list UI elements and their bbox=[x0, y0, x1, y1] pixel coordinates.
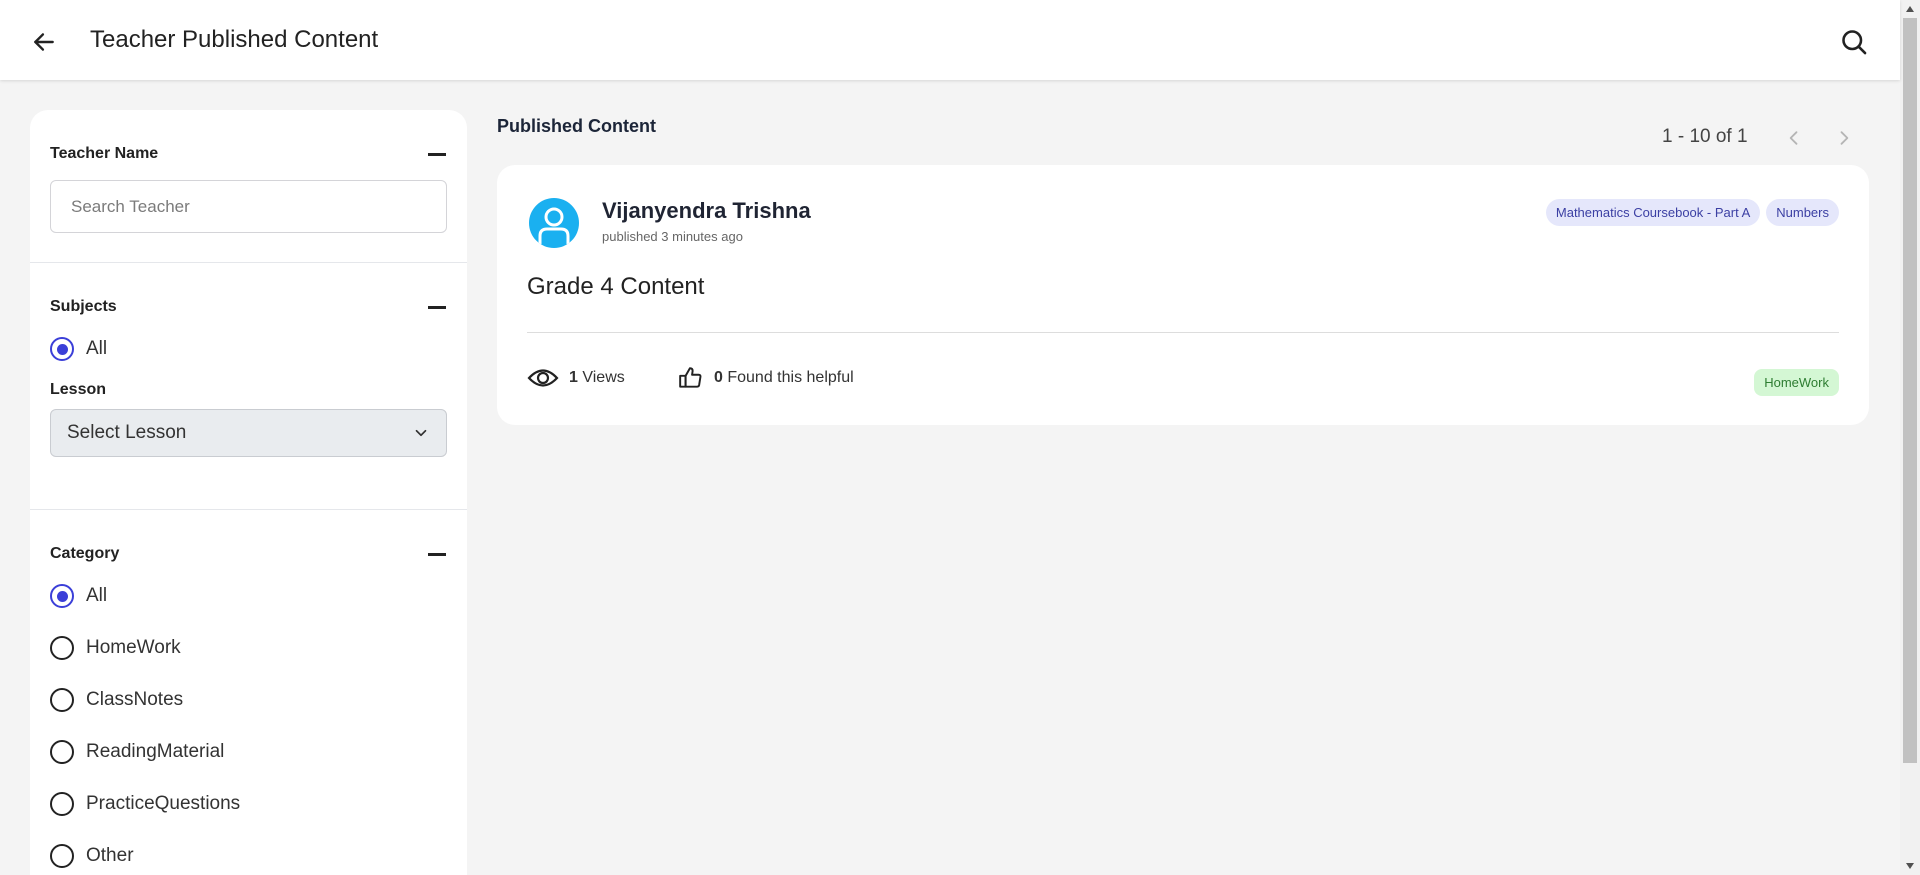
user-icon bbox=[538, 207, 570, 244]
pagination-text: 1 - 10 of 1 bbox=[1662, 126, 1748, 147]
lesson-select[interactable]: Select Lesson bbox=[50, 409, 447, 457]
category-option-all[interactable]: All bbox=[50, 570, 447, 622]
vertical-scrollbar[interactable] bbox=[1900, 0, 1920, 875]
content-card[interactable]: Vijanyendra Trishna published 3 minutes … bbox=[497, 165, 1869, 425]
chevron-down-icon bbox=[415, 429, 427, 437]
category-option-homework[interactable]: HomeWork bbox=[50, 622, 447, 674]
subjects-section-title: Subjects bbox=[50, 298, 117, 315]
radio-unchecked-icon[interactable] bbox=[50, 636, 74, 660]
category-option-label: ReadingMaterial bbox=[86, 741, 225, 762]
category-option-label: HomeWork bbox=[86, 637, 181, 658]
scroll-down-button[interactable] bbox=[1900, 857, 1920, 875]
scroll-up-button[interactable] bbox=[1900, 0, 1920, 18]
category-option-label: Other bbox=[86, 845, 134, 866]
category-option-classnotes[interactable]: ClassNotes bbox=[50, 674, 447, 726]
helpful-button[interactable] bbox=[678, 365, 704, 391]
subject-option-all[interactable]: All bbox=[50, 323, 447, 375]
teacher-section-title: Teacher Name bbox=[50, 145, 159, 162]
category-option-other[interactable]: Other bbox=[50, 830, 447, 875]
app-bar: Teacher Published Content bbox=[0, 0, 1900, 80]
author-name: Vijanyendra Trishna bbox=[602, 198, 811, 223]
collapse-subjects-button[interactable] bbox=[427, 297, 447, 317]
next-page-button[interactable] bbox=[1832, 126, 1856, 150]
scrollbar-thumb[interactable] bbox=[1903, 18, 1917, 763]
collapse-category-button[interactable] bbox=[427, 544, 447, 564]
filter-sidebar: Teacher Name Subjects All Lesson Select … bbox=[30, 110, 467, 875]
thumbs-up-icon bbox=[679, 367, 702, 388]
previous-page-button[interactable] bbox=[1782, 126, 1806, 150]
minus-icon bbox=[428, 305, 446, 309]
lesson-select-value: Select Lesson bbox=[67, 422, 187, 443]
eye-icon bbox=[527, 369, 559, 387]
tag-chip[interactable]: Mathematics Coursebook - Part A bbox=[1545, 199, 1761, 226]
search-icon bbox=[1842, 30, 1867, 55]
search-button[interactable] bbox=[1838, 26, 1870, 58]
views-label: Views bbox=[582, 369, 625, 386]
radio-unchecked-icon[interactable] bbox=[50, 740, 74, 764]
views-stat: 1 Views bbox=[527, 365, 625, 391]
teacher-filter-section: Teacher Name bbox=[30, 110, 467, 263]
category-options: All HomeWork ClassNotes ReadingMaterial … bbox=[50, 570, 447, 875]
search-teacher-input[interactable] bbox=[50, 180, 447, 233]
radio-unchecked-icon[interactable] bbox=[50, 792, 74, 816]
chevron-left-icon bbox=[1789, 131, 1798, 145]
category-option-label: All bbox=[86, 585, 108, 606]
tag-list: Mathematics Coursebook - Part A Numbers bbox=[1545, 199, 1839, 226]
radio-checked-icon[interactable] bbox=[50, 337, 74, 361]
category-option-label: ClassNotes bbox=[86, 689, 184, 710]
divider bbox=[527, 332, 1839, 333]
category-filter-section: Category All HomeWork ClassNotes Reading… bbox=[30, 510, 467, 875]
subjects-section-header: Subjects bbox=[50, 297, 447, 317]
radio-checked-icon[interactable] bbox=[50, 584, 74, 608]
chevron-right-icon bbox=[1840, 131, 1849, 145]
category-option-label: PracticeQuestions bbox=[86, 793, 241, 814]
views-count: 1 bbox=[569, 369, 578, 386]
category-option-readingmaterial[interactable]: ReadingMaterial bbox=[50, 726, 447, 778]
triangle-up-icon bbox=[1906, 6, 1914, 12]
category-option-practicequestions[interactable]: PracticeQuestions bbox=[50, 778, 447, 830]
back-button[interactable] bbox=[28, 26, 60, 58]
content-title: Grade 4 Content bbox=[527, 273, 705, 300]
category-badge: HomeWork bbox=[1754, 369, 1839, 396]
subjects-filter-section: Subjects All Lesson Select Lesson bbox=[30, 263, 467, 510]
subject-option-label: All bbox=[86, 338, 108, 359]
minus-icon bbox=[428, 552, 446, 556]
arrow-left-icon bbox=[34, 33, 54, 51]
collapse-teacher-button[interactable] bbox=[427, 144, 447, 164]
published-content-heading: Published Content bbox=[497, 116, 656, 136]
avatar bbox=[529, 198, 579, 248]
lesson-label: Lesson bbox=[50, 381, 107, 398]
teacher-section-header: Teacher Name bbox=[50, 144, 447, 164]
page-title: Teacher Published Content bbox=[90, 26, 379, 53]
tag-chip[interactable]: Numbers bbox=[1766, 199, 1839, 226]
published-time: published 3 minutes ago bbox=[602, 229, 743, 244]
radio-unchecked-icon[interactable] bbox=[50, 844, 74, 868]
category-section-header: Category bbox=[50, 544, 447, 564]
triangle-down-icon bbox=[1906, 863, 1914, 869]
helpful-count: 0 bbox=[714, 369, 723, 386]
helpful-label: Found this helpful bbox=[727, 369, 854, 386]
helpful-stat: 0 Found this helpful bbox=[678, 365, 854, 391]
minus-icon bbox=[428, 152, 446, 156]
category-section-title: Category bbox=[50, 545, 120, 562]
radio-unchecked-icon[interactable] bbox=[50, 688, 74, 712]
